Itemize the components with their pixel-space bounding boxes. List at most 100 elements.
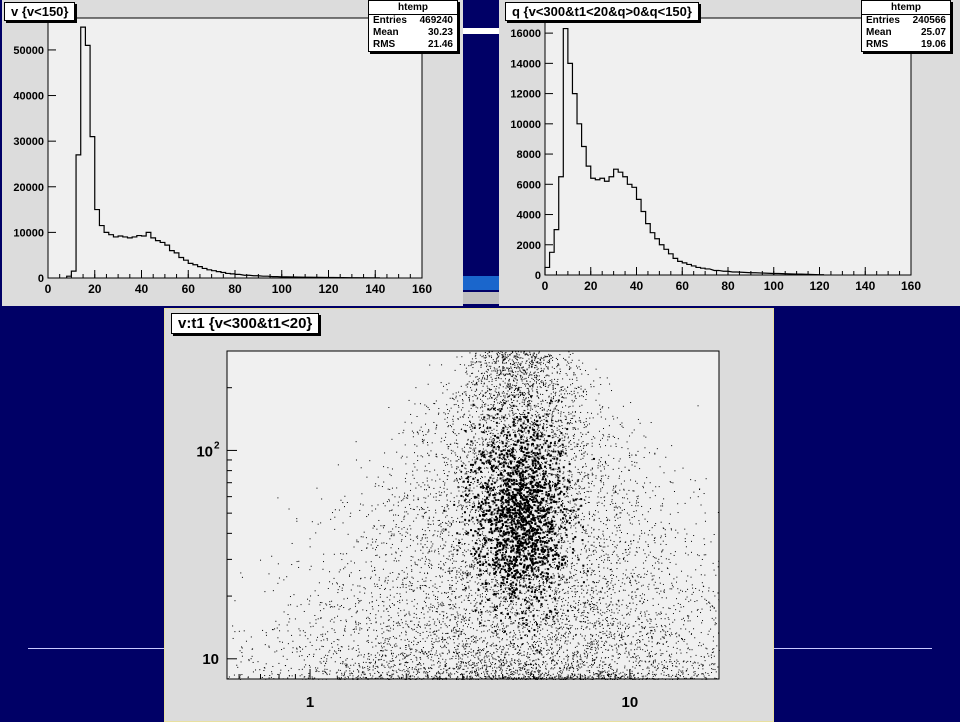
scatter-point <box>422 579 423 580</box>
scatter-point <box>475 362 476 363</box>
scatter-point <box>580 422 581 423</box>
scatter-point <box>523 678 524 679</box>
scatter-point <box>523 665 524 666</box>
scatter-point <box>583 621 584 622</box>
scatter-point <box>588 623 589 624</box>
scatter-point <box>587 600 588 601</box>
scatter-point <box>666 544 667 545</box>
scatter-point <box>385 656 386 657</box>
scatter-point <box>349 670 350 671</box>
scatter-point <box>509 426 510 427</box>
scatter-point <box>462 655 463 656</box>
scatter-point <box>383 525 384 526</box>
scatter-point <box>515 615 516 616</box>
scatter-point <box>434 654 435 655</box>
scatter-point <box>533 495 534 496</box>
scatter-point <box>569 461 570 462</box>
scatter-point <box>616 446 617 447</box>
scatter-point <box>396 672 397 673</box>
scatter-point <box>586 651 587 652</box>
scatter-point <box>604 555 605 556</box>
right-hist-ytick-label: 6000 <box>517 179 541 191</box>
scatter-point <box>446 647 447 648</box>
scatter-point <box>559 649 560 650</box>
scatter-point <box>478 647 479 648</box>
scatter-point <box>438 548 439 549</box>
scatter-point <box>685 591 686 592</box>
scatter-point <box>527 652 528 653</box>
scatter-point <box>610 540 611 541</box>
scatter-point <box>503 368 504 369</box>
scatter-point <box>475 477 476 478</box>
scatter-point <box>543 440 544 441</box>
scatter-point <box>635 668 636 669</box>
scatter-point <box>424 404 425 405</box>
scatter-point <box>598 612 599 613</box>
scatter-point <box>513 374 514 375</box>
scatter-point <box>520 635 521 636</box>
scatter-point <box>469 427 470 428</box>
scatter-point <box>461 566 462 567</box>
scatter-point <box>552 423 553 424</box>
scatter-point <box>623 672 624 673</box>
scatter-point <box>340 553 341 554</box>
scatter-point <box>273 590 274 591</box>
scatter-point <box>368 617 369 618</box>
scatter-point <box>501 517 502 518</box>
scatter-point <box>555 408 556 409</box>
scatter-point <box>580 554 581 555</box>
scatter-point <box>567 640 568 641</box>
scatter-point <box>359 652 360 653</box>
scatter-point <box>562 503 563 504</box>
scatter-point <box>428 594 429 595</box>
scatter-point <box>554 379 555 380</box>
scatter-point <box>710 629 711 630</box>
scatter-point <box>450 522 451 523</box>
scatter-point <box>584 605 585 606</box>
scatter-point <box>657 668 658 669</box>
scatter-point <box>458 618 459 619</box>
scatter-point <box>504 665 505 666</box>
scatter-point <box>338 639 339 640</box>
scatter-point <box>502 400 503 401</box>
scatter-point <box>567 434 568 435</box>
scatter-point <box>288 614 289 615</box>
scatter-point <box>409 641 410 642</box>
scatter-point <box>666 614 667 615</box>
scatter-point <box>497 649 498 650</box>
scatter-point <box>301 604 302 605</box>
scatter-point <box>602 487 603 488</box>
scatter-point <box>456 440 457 441</box>
right-hist-xtick-label: 100 <box>764 279 784 293</box>
scatter-point <box>447 479 448 480</box>
scatter-point <box>661 571 662 572</box>
scatter-point <box>705 648 706 649</box>
scatter-point <box>472 493 473 494</box>
scatter-point <box>375 486 376 487</box>
scatter-point <box>641 585 642 586</box>
scatter-point <box>443 621 444 622</box>
scatter-point <box>570 628 571 629</box>
scatter-point <box>477 673 478 674</box>
scatter-point <box>543 357 544 358</box>
scatter-point <box>593 597 594 598</box>
scatter-point <box>496 378 497 379</box>
scatter-point <box>387 678 388 679</box>
scatter-point <box>572 652 573 653</box>
scatter-point <box>457 581 458 582</box>
scatter-point <box>635 505 636 506</box>
scatter-point <box>443 481 444 482</box>
scatter-point <box>466 471 467 472</box>
scatter-point <box>444 462 445 463</box>
scatter-point <box>369 659 370 660</box>
scatter-point <box>424 440 425 441</box>
scatter-point <box>430 450 431 451</box>
scatter-point <box>559 354 560 355</box>
scatter-point <box>484 656 485 657</box>
scatter-point <box>475 665 476 666</box>
scatter-point <box>576 634 577 635</box>
scatter-point <box>460 667 461 668</box>
scatter-point <box>453 547 454 548</box>
scatter-point <box>621 483 622 484</box>
scatter-point <box>660 510 661 511</box>
